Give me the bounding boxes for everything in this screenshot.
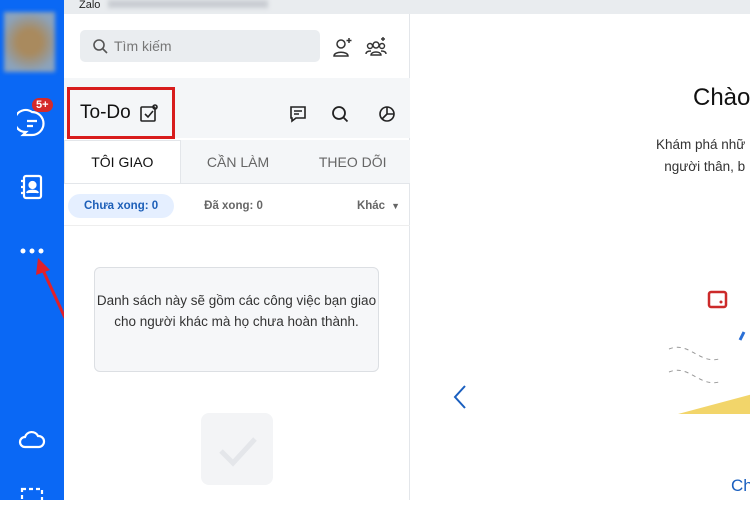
welcome-panel: Chào Khám phá nhữ người thân, b Ch bbox=[411, 14, 750, 500]
filter-done[interactable]: Đã xong: 0 bbox=[204, 200, 263, 212]
chevron-left-icon[interactable] bbox=[451, 384, 471, 410]
chevron-down-icon[interactable]: ▼ bbox=[391, 201, 400, 211]
todo-title-label: To-Do bbox=[80, 102, 131, 123]
search-placeholder: Tìm kiếm bbox=[114, 38, 172, 54]
cloud-icon[interactable] bbox=[17, 425, 47, 455]
check-icon bbox=[219, 437, 257, 467]
title-bar: Zalo bbox=[64, 0, 750, 14]
comment-icon[interactable] bbox=[288, 104, 308, 124]
welcome-title: Chào bbox=[693, 84, 750, 111]
screenshot-icon[interactable] bbox=[17, 484, 47, 514]
welcome-line-2: người thân, b bbox=[664, 159, 746, 174]
welcome-description: Khám phá nhữ người thân, b bbox=[656, 134, 745, 178]
search-icon bbox=[93, 39, 108, 54]
welcome-line-1: Khám phá nhữ bbox=[656, 137, 746, 152]
stats-icon[interactable] bbox=[377, 104, 397, 124]
todo-panel: Tìm kiếm To-Do TÔI GIAO CẦN LÀM THEO DÕI… bbox=[64, 14, 410, 500]
add-friend-icon[interactable] bbox=[332, 36, 354, 58]
check-placeholder bbox=[201, 413, 273, 485]
create-group-icon[interactable] bbox=[365, 36, 387, 58]
welcome-cta[interactable]: Ch bbox=[731, 476, 750, 496]
filter-pending[interactable]: Chưa xong: 0 bbox=[68, 193, 175, 218]
empty-state-text: Danh sách này sẽ gồm các công việc bạn g… bbox=[96, 293, 377, 329]
search-input[interactable]: Tìm kiếm bbox=[80, 30, 320, 62]
illustration bbox=[668, 290, 750, 414]
filter-other[interactable]: Khác bbox=[357, 200, 385, 212]
tab-theo-doi[interactable]: THEO DÕI bbox=[295, 140, 410, 183]
status-filters: Chưa xong: 0 Đã xong: 0 Khác ▼ bbox=[64, 186, 410, 226]
tab-can-lam[interactable]: CẦN LÀM bbox=[181, 140, 296, 183]
user-name-blurred bbox=[108, 0, 269, 8]
empty-state-message: Danh sách này sẽ gồm các công việc bạn g… bbox=[94, 267, 379, 372]
todo-search-icon[interactable] bbox=[330, 104, 350, 124]
todo-tabs: TÔI GIAO CẦN LÀM THEO DÕI bbox=[64, 140, 410, 184]
tab-toi-giao[interactable]: TÔI GIAO bbox=[64, 140, 181, 183]
todo-title[interactable]: To-Do bbox=[67, 87, 175, 139]
todo-edit-icon bbox=[139, 104, 158, 122]
